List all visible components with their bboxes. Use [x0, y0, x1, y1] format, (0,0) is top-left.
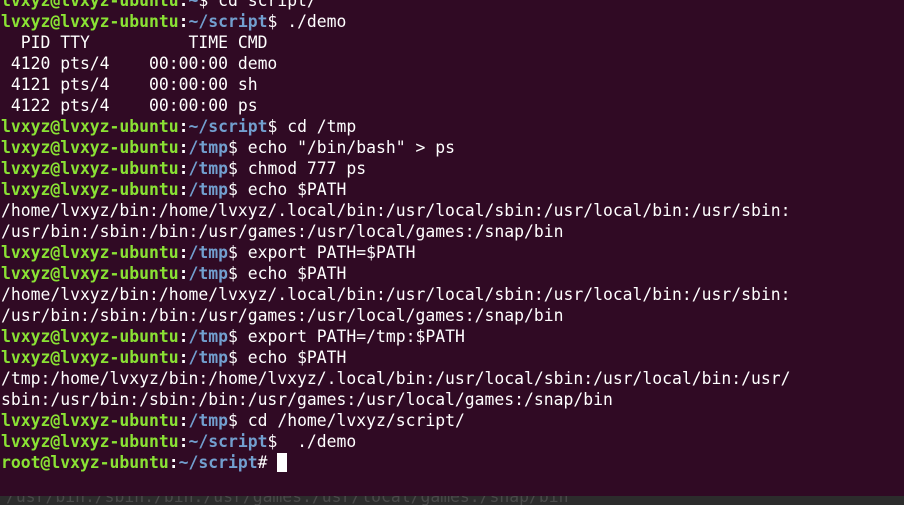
prompt-separator: : — [178, 243, 189, 262]
output-line: PID TTY TIME CMD — [1, 33, 268, 52]
prompt-path: /tmp — [188, 180, 228, 199]
prompt-separator: : — [178, 432, 189, 451]
prompt-path: /tmp — [188, 243, 228, 262]
prompt-path: ~ — [188, 0, 199, 10]
command-text: echo $PATH — [237, 348, 347, 367]
prompt-symbol: $ — [227, 138, 238, 157]
prompt-path: ~/script — [188, 12, 268, 31]
prompt-separator: : — [178, 12, 189, 31]
prompt-path: ~/script — [188, 117, 268, 136]
prompt-user-host: lvxyz@lvxyz-ubuntu — [1, 12, 179, 31]
output-line: 4120 pts/4 00:00:00 demo — [1, 54, 278, 73]
prompt-separator: : — [178, 411, 189, 430]
prompt-symbol: $ — [227, 411, 238, 430]
command-text: export PATH=/tmp:$PATH — [237, 327, 465, 346]
prompt-path: /tmp — [188, 348, 228, 367]
prompt-user-host: lvxyz@lvxyz-ubuntu — [1, 432, 179, 451]
output-line: 4121 pts/4 00:00:00 sh — [1, 75, 258, 94]
prompt-user-host: lvxyz@lvxyz-ubuntu — [1, 243, 179, 262]
command-text: chmod 777 ps — [237, 159, 367, 178]
prompt-user-host: lvxyz@lvxyz-ubuntu — [1, 159, 179, 178]
prompt-path: /tmp — [188, 138, 228, 157]
command-text: echo $PATH — [237, 180, 347, 199]
prompt-separator: : — [178, 159, 189, 178]
prompt-line: root@lvxyz-ubuntu:~/script# — [1, 452, 790, 473]
prompt-user-host: lvxyz@lvxyz-ubuntu — [1, 180, 179, 199]
prompt-line: lvxyz@lvxyz-ubuntu:/tmp$ echo $PATH — [1, 347, 790, 368]
prompt-user-host: lvxyz@lvxyz-ubuntu — [1, 117, 179, 136]
prompt-user-host: lvxyz@lvxyz-ubuntu — [1, 264, 179, 283]
prompt-path: /tmp — [188, 327, 228, 346]
prompt-symbol: $ — [227, 264, 238, 283]
prompt-symbol: $ — [227, 348, 238, 367]
prompt-path: /tmp — [188, 264, 228, 283]
prompt-line: lvxyz@lvxyz-ubuntu:/tmp$ echo $PATH — [1, 263, 790, 284]
command-text: ./demo — [277, 12, 347, 31]
prompt-user-host: lvxyz@lvxyz-ubuntu — [1, 327, 179, 346]
prompt-separator: : — [178, 348, 189, 367]
prompt-path: ~/script — [188, 432, 268, 451]
window-bottom-edge: /usr/bin:/sbin:/bin:/usr/games:/usr/loca… — [0, 496, 904, 505]
output-line: /home/lvxyz/bin:/home/lvxyz/.local/bin:/… — [1, 201, 791, 220]
prompt-symbol: $ — [227, 180, 238, 199]
prompt-symbol: $ — [267, 117, 278, 136]
prompt-user-host: root@lvxyz-ubuntu — [1, 453, 169, 472]
command-text: echo $PATH — [237, 264, 347, 283]
output-line: /tmp:/home/lvxyz/bin:/home/lvxyz/.local/… — [1, 369, 791, 388]
output-line: sbin:/usr/bin:/sbin:/bin:/usr/games:/usr… — [1, 390, 613, 409]
terminal-output: lvxyz@lvxyz-ubuntu:~$ cd script/lvxyz@lv… — [1, 0, 790, 473]
prompt-separator: : — [178, 0, 189, 10]
prompt-line: lvxyz@lvxyz-ubuntu:~/script$ cd /tmp — [1, 116, 790, 137]
terminal-window[interactable]: lvxyz@lvxyz-ubuntu:~$ cd script/lvxyz@lv… — [0, 0, 904, 496]
prompt-symbol: $ — [227, 327, 238, 346]
prompt-line: lvxyz@lvxyz-ubuntu:/tmp$ echo "/bin/bash… — [1, 137, 790, 158]
ghost-scrollback-text: /usr/bin:/sbin:/bin:/usr/games:/usr/loca… — [6, 496, 568, 505]
prompt-separator: : — [178, 327, 189, 346]
prompt-path: /tmp — [188, 411, 228, 430]
command-text — [267, 453, 277, 472]
prompt-symbol: $ — [198, 0, 209, 10]
text-cursor[interactable] — [277, 453, 288, 472]
prompt-symbol: $ — [227, 159, 238, 178]
prompt-line: lvxyz@lvxyz-ubuntu:/tmp$ chmod 777 ps — [1, 158, 790, 179]
prompt-line: lvxyz@lvxyz-ubuntu:~$ cd script/ — [1, 0, 790, 11]
prompt-separator: : — [168, 453, 179, 472]
prompt-line: lvxyz@lvxyz-ubuntu:/tmp$ export PATH=/tm… — [1, 326, 790, 347]
output-line: /usr/bin:/sbin:/bin:/usr/games:/usr/loca… — [1, 222, 564, 241]
prompt-user-host: lvxyz@lvxyz-ubuntu — [1, 0, 179, 10]
prompt-symbol: $ — [267, 432, 278, 451]
output-line: /usr/bin:/sbin:/bin:/usr/games:/usr/loca… — [1, 306, 564, 325]
prompt-line: lvxyz@lvxyz-ubuntu:/tmp$ cd /home/lvxyz/… — [1, 410, 790, 431]
output-line: 4122 pts/4 00:00:00 ps — [1, 96, 258, 115]
command-text: cd /tmp — [277, 117, 357, 136]
prompt-path: ~/script — [178, 453, 258, 472]
command-text: export PATH=$PATH — [237, 243, 416, 262]
prompt-line: lvxyz@lvxyz-ubuntu:/tmp$ echo $PATH — [1, 179, 790, 200]
prompt-line: lvxyz@lvxyz-ubuntu:/tmp$ export PATH=$PA… — [1, 242, 790, 263]
prompt-separator: : — [178, 264, 189, 283]
prompt-separator: : — [178, 117, 189, 136]
prompt-user-host: lvxyz@lvxyz-ubuntu — [1, 138, 179, 157]
command-text: cd script/ — [208, 0, 317, 10]
prompt-symbol: # — [257, 453, 268, 472]
prompt-path: /tmp — [188, 159, 228, 178]
prompt-line: lvxyz@lvxyz-ubuntu:~/script$ ./demo — [1, 11, 790, 32]
prompt-symbol: $ — [227, 243, 238, 262]
prompt-symbol: $ — [267, 12, 278, 31]
prompt-user-host: lvxyz@lvxyz-ubuntu — [1, 348, 179, 367]
command-text: ./demo — [277, 432, 357, 451]
command-text: cd /home/lvxyz/script/ — [237, 411, 465, 430]
prompt-user-host: lvxyz@lvxyz-ubuntu — [1, 411, 179, 430]
output-line: /home/lvxyz/bin:/home/lvxyz/.local/bin:/… — [1, 285, 791, 304]
prompt-separator: : — [178, 180, 189, 199]
prompt-line: lvxyz@lvxyz-ubuntu:~/script$ ./demo — [1, 431, 790, 452]
prompt-separator: : — [178, 138, 189, 157]
command-text: echo "/bin/bash" > ps — [237, 138, 455, 157]
